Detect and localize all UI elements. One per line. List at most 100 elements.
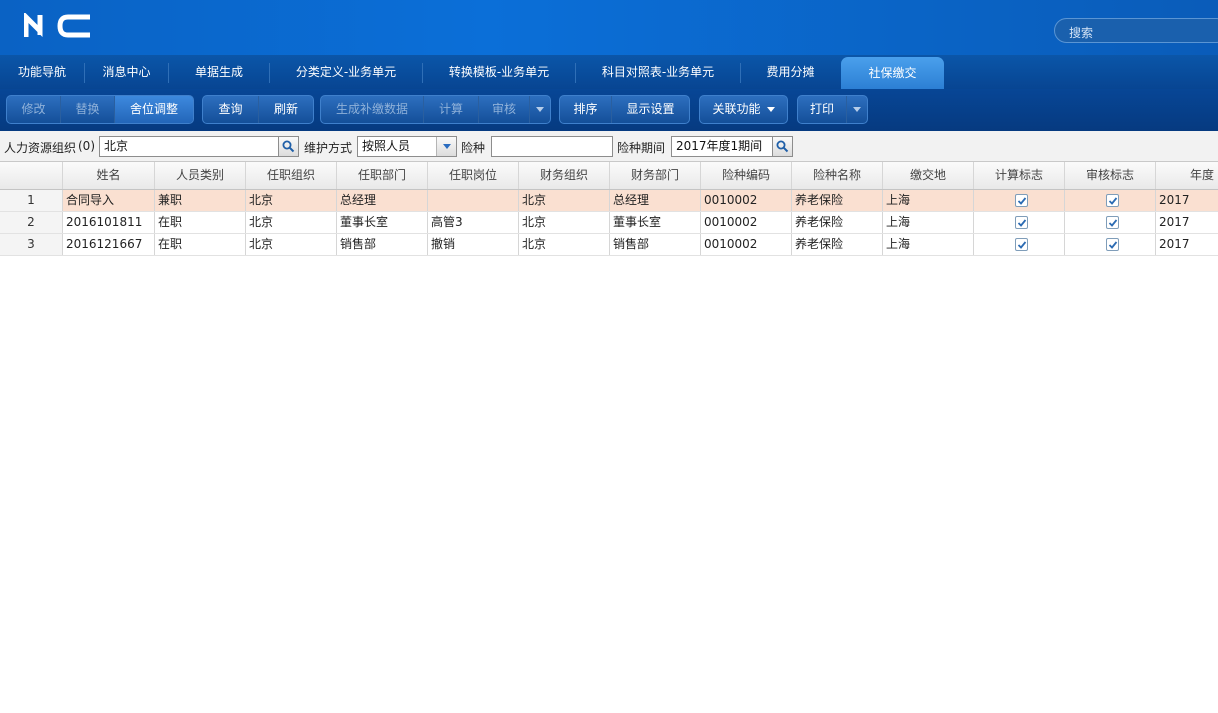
query-button[interactable]: 查询 (203, 96, 259, 123)
tab-expense-allocation[interactable]: 费用分摊 (741, 55, 840, 89)
view-button-group: 排序 显示设置 (559, 95, 690, 124)
column-header[interactable]: 审核标志 (1065, 162, 1156, 189)
column-header[interactable]: 任职部门 (337, 162, 428, 189)
code-cell[interactable]: 0010002 (701, 190, 792, 211)
related-functions-button[interactable]: 关联功能 (700, 96, 787, 123)
global-search-input[interactable]: 搜索 (1054, 18, 1218, 43)
period-input[interactable]: 2017年度1期间 (671, 136, 773, 157)
print-button[interactable]: 打印 (798, 96, 847, 123)
refresh-button[interactable]: 刷新 (259, 96, 313, 123)
chevron-down-icon (766, 107, 775, 112)
tab-document-generation[interactable]: 单据生成 (169, 55, 269, 89)
checkbox[interactable] (1106, 238, 1119, 251)
tab-conversion-template[interactable]: 转换模板-业务单元 (423, 55, 575, 89)
place-cell[interactable]: 上海 (883, 234, 974, 255)
tab-social-security-payment[interactable]: 社保缴交 (841, 57, 944, 89)
rounding-adjust-button[interactable]: 舍位调整 (115, 96, 193, 123)
ins_name-cell[interactable]: 养老保险 (792, 190, 883, 211)
checkbox[interactable] (1015, 194, 1028, 207)
insurance-input[interactable] (491, 136, 613, 157)
column-header[interactable]: 姓名 (63, 162, 155, 189)
audit-flag-cell[interactable] (1065, 234, 1156, 255)
org-cell[interactable]: 北京 (246, 190, 337, 211)
display-settings-button[interactable]: 显示设置 (612, 96, 689, 123)
column-header[interactable]: 险种名称 (792, 162, 883, 189)
fin_org-cell[interactable]: 北京 (519, 212, 610, 233)
column-header[interactable]: 险种编码 (701, 162, 792, 189)
replace-button[interactable]: 替换 (61, 96, 115, 123)
ins_name-cell[interactable]: 养老保险 (792, 212, 883, 233)
checkbox[interactable] (1106, 216, 1119, 229)
column-header[interactable]: 财务部门 (610, 162, 701, 189)
column-header[interactable]: 财务组织 (519, 162, 610, 189)
fin_org-cell[interactable]: 北京 (519, 234, 610, 255)
query-button-group: 查询 刷新 (202, 95, 314, 124)
name-cell[interactable]: 2016101811 (63, 212, 155, 233)
modify-button[interactable]: 修改 (7, 96, 61, 123)
name-cell[interactable]: 2016121667 (63, 234, 155, 255)
fin_dept-cell[interactable]: 总经理 (610, 190, 701, 211)
calc-flag-cell[interactable] (974, 212, 1065, 233)
chevron-down-icon (536, 107, 544, 112)
tab-category-definition[interactable]: 分类定义-业务单元 (270, 55, 422, 89)
post-cell[interactable]: 撤销 (428, 234, 519, 255)
org-cell[interactable]: 北京 (246, 234, 337, 255)
post-cell[interactable]: 高管3 (428, 212, 519, 233)
place-cell[interactable]: 上海 (883, 212, 974, 233)
period-search-button[interactable] (772, 136, 793, 157)
code-cell[interactable]: 0010002 (701, 234, 792, 255)
name-cell[interactable]: 合同导入 (63, 190, 155, 211)
dept-cell[interactable]: 销售部 (337, 234, 428, 255)
tab-account-mapping[interactable]: 科目对照表-业务单元 (576, 55, 740, 89)
category-cell[interactable]: 在职 (155, 234, 246, 255)
year-cell[interactable]: 2017 (1156, 190, 1218, 211)
calc-flag-cell[interactable] (974, 190, 1065, 211)
tab-message-center[interactable]: 消息中心 (85, 55, 168, 89)
checkbox[interactable] (1015, 238, 1028, 251)
org-cell[interactable]: 北京 (246, 212, 337, 233)
fin_dept-cell[interactable]: 董事长室 (610, 212, 701, 233)
checkbox[interactable] (1106, 194, 1119, 207)
column-header[interactable]: 任职组织 (246, 162, 337, 189)
nc-logo (24, 13, 90, 39)
org-search-button[interactable] (278, 136, 299, 157)
mode-select[interactable]: 按照人员 (357, 136, 457, 157)
place-cell[interactable]: 上海 (883, 190, 974, 211)
print-dropdown-button[interactable] (847, 96, 867, 123)
tab-function-navigation[interactable]: 功能导航 (0, 55, 84, 89)
calculate-button[interactable]: 计算 (424, 96, 479, 123)
dept-cell[interactable]: 董事长室 (337, 212, 428, 233)
column-header[interactable]: 计算标志 (974, 162, 1065, 189)
search-placeholder: 搜索 (1069, 26, 1094, 40)
column-header[interactable]: 人员类别 (155, 162, 246, 189)
table-row[interactable]: 3 2016121667 在职 北京 销售部 撤销 北京 销售部 0010002 养老保险 上海 20… (0, 234, 1218, 256)
ins_name-cell[interactable]: 养老保险 (792, 234, 883, 255)
check-icon (1017, 197, 1027, 205)
year-cell[interactable]: 2017 (1156, 212, 1218, 233)
fin_org-cell[interactable]: 北京 (519, 190, 610, 211)
audit-flag-cell[interactable] (1065, 212, 1156, 233)
table-row[interactable]: 1 合同导入 兼职 北京 总经理 北京 总经理 0010002 养老保险 上海 2017 (0, 190, 1218, 212)
org-input[interactable]: 北京 (99, 136, 279, 157)
check-icon (1017, 219, 1027, 227)
check-icon (1108, 241, 1118, 249)
year-cell[interactable]: 2017 (1156, 234, 1218, 255)
column-header[interactable]: 年度 (1156, 162, 1218, 189)
audit-button[interactable]: 审核 (479, 96, 530, 123)
column-header[interactable]: 任职岗位 (428, 162, 519, 189)
category-cell[interactable]: 兼职 (155, 190, 246, 211)
sort-button[interactable]: 排序 (560, 96, 612, 123)
dept-cell[interactable]: 总经理 (337, 190, 428, 211)
audit-dropdown-button[interactable] (530, 96, 550, 123)
audit-flag-cell[interactable] (1065, 190, 1156, 211)
table-row[interactable]: 2 2016101811 在职 北京 董事长室 高管3 北京 董事长室 0010002 养老保险上… (0, 212, 1218, 234)
generate-supplement-button[interactable]: 生成补缴数据 (321, 96, 424, 123)
post-cell[interactable] (428, 190, 519, 211)
calc-flag-cell[interactable] (974, 234, 1065, 255)
column-header[interactable]: 缴交地 (883, 162, 974, 189)
fin_dept-cell[interactable]: 销售部 (610, 234, 701, 255)
checkbox[interactable] (1015, 216, 1028, 229)
code-cell[interactable]: 0010002 (701, 212, 792, 233)
mode-select-arrow[interactable] (436, 137, 456, 156)
category-cell[interactable]: 在职 (155, 212, 246, 233)
